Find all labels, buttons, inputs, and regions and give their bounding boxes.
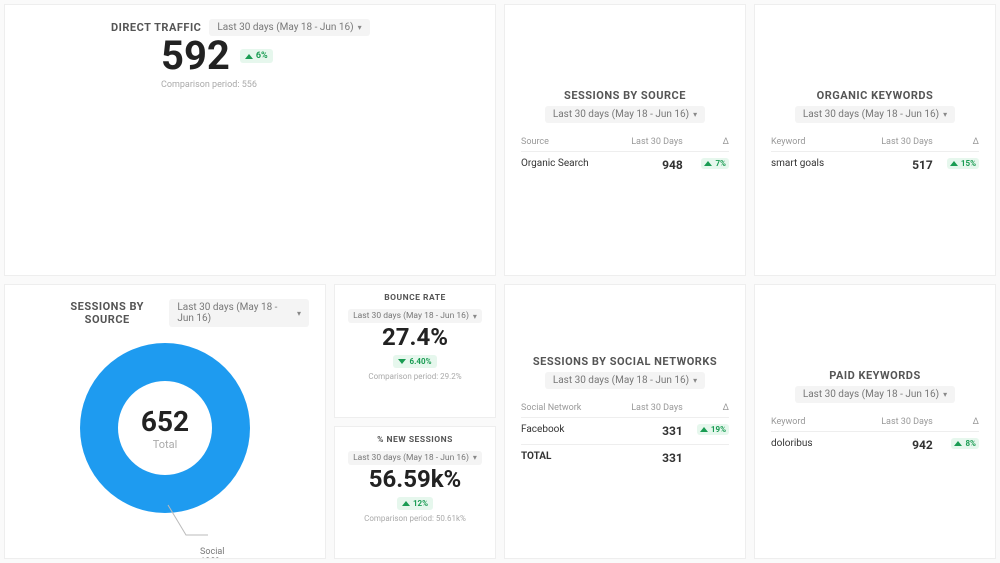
direct-traffic-card: DIRECT TRAFFIC Last 30 days (May 18 - Ju… bbox=[4, 4, 496, 276]
table-row: Facebook 331 19% bbox=[521, 418, 729, 444]
new-sessions-delta: 12% bbox=[397, 497, 433, 510]
date-range-selector[interactable]: Last 30 days (May 18 - Jun 16) ▾ bbox=[545, 372, 705, 389]
table-header: Source Last 30 Days Δ bbox=[521, 133, 729, 152]
new-sessions-value: 56.59k% bbox=[345, 467, 485, 491]
paid-keywords-card: PAID KEYWORDS Last 30 days (May 18 - Jun… bbox=[754, 284, 996, 559]
bounce-rate-title: BOUNCE RATE bbox=[345, 293, 485, 303]
donut-center: 652 Total bbox=[80, 405, 250, 451]
triangle-up-icon bbox=[402, 501, 410, 506]
chevron-down-icon: ▾ bbox=[693, 110, 697, 119]
organic-keywords-title: ORGANIC KEYWORDS bbox=[817, 89, 934, 102]
sessions-by-social-title: SESSIONS BY SOCIAL NETWORKS bbox=[533, 355, 717, 368]
sessions-by-source-title: SESSIONS BY SOURCE bbox=[564, 89, 686, 102]
direct-traffic-comparison: Comparison period: 556 bbox=[21, 80, 479, 90]
table-header: Keyword Last 30 Days Δ bbox=[771, 413, 979, 432]
date-range-label: Last 30 days (May 18 - Jun 16) bbox=[217, 22, 353, 33]
table-header: Keyword Last 30 Days Δ bbox=[771, 133, 979, 152]
chevron-down-icon: ▾ bbox=[358, 23, 362, 32]
bounce-rate-delta: 6.40% bbox=[393, 355, 436, 368]
delta-badge: 15% bbox=[947, 158, 979, 169]
table-row: smart goals 517 15% bbox=[771, 152, 979, 178]
delta-badge: 7% bbox=[701, 158, 729, 169]
triangle-up-icon bbox=[700, 427, 708, 432]
date-range-label: Last 30 days (May 18 - Jun 16) bbox=[803, 109, 939, 120]
date-range-selector[interactable]: Last 30 days (May 18 - Jun 16) ▾ bbox=[348, 309, 482, 323]
sessions-by-source-table-card: SESSIONS BY SOURCE Last 30 days (May 18 … bbox=[504, 4, 746, 276]
chevron-down-icon: ▾ bbox=[473, 312, 477, 321]
triangle-up-icon bbox=[245, 54, 253, 59]
direct-traffic-value: 592 bbox=[161, 36, 230, 76]
donut-legend: Social 100% bbox=[200, 547, 224, 559]
date-range-selector[interactable]: Last 30 days (May 18 - Jun 16) ▾ bbox=[348, 451, 482, 465]
bounce-rate-card: BOUNCE RATE Last 30 days (May 18 - Jun 1… bbox=[334, 284, 496, 418]
triangle-up-icon bbox=[704, 161, 712, 166]
date-range-label: Last 30 days (May 18 - Jun 16) bbox=[553, 375, 689, 386]
table-header: Social Network Last 30 Days Δ bbox=[521, 399, 729, 418]
date-range-selector[interactable]: Last 30 days (May 18 - Jun 16) ▾ bbox=[795, 386, 955, 403]
sessions-by-source-donut-title: SESSIONS BY SOURCE bbox=[55, 300, 159, 326]
bounce-rate-value: 27.4% bbox=[345, 325, 485, 349]
chevron-down-icon: ▾ bbox=[693, 376, 697, 385]
date-range-label: Last 30 days (May 18 - Jun 16) bbox=[353, 311, 469, 321]
sessions-by-source-donut-card: SESSIONS BY SOURCE Last 30 days (May 18 … bbox=[4, 284, 326, 559]
date-range-selector[interactable]: Last 30 days (May 18 - Jun 16) ▾ bbox=[209, 19, 369, 36]
bounce-rate-comparison: Comparison period: 29.2% bbox=[345, 372, 485, 381]
new-sessions-comparison: Comparison period: 50.61k% bbox=[345, 514, 485, 523]
delta-badge: 19% bbox=[697, 424, 729, 435]
chevron-down-icon: ▾ bbox=[297, 309, 301, 318]
table-row: doloribus 942 8% bbox=[771, 432, 979, 458]
table-total-row: TOTAL 331 bbox=[521, 444, 729, 471]
direct-traffic-delta: 6% bbox=[240, 49, 273, 63]
date-range-label: Last 30 days (May 18 - Jun 16) bbox=[353, 453, 469, 463]
date-range-label: Last 30 days (May 18 - Jun 16) bbox=[803, 389, 939, 400]
date-range-label: Last 30 days (May 18 - Jun 16) bbox=[177, 302, 293, 324]
paid-keywords-title: PAID KEYWORDS bbox=[829, 369, 920, 382]
table-row: Organic Search 948 7% bbox=[521, 152, 729, 178]
donut-chart: 652 Total Social 100% bbox=[50, 333, 280, 559]
triangle-up-icon bbox=[954, 441, 962, 446]
chevron-down-icon: ▾ bbox=[943, 390, 947, 399]
chevron-down-icon: ▾ bbox=[473, 453, 477, 462]
triangle-down-icon bbox=[398, 359, 406, 364]
chevron-down-icon: ▾ bbox=[943, 110, 947, 119]
triangle-up-icon bbox=[950, 161, 958, 166]
new-sessions-card: % NEW SESSIONS Last 30 days (May 18 - Ju… bbox=[334, 426, 496, 560]
new-sessions-title: % NEW SESSIONS bbox=[345, 435, 485, 445]
leader-line bbox=[168, 505, 208, 545]
date-range-label: Last 30 days (May 18 - Jun 16) bbox=[553, 109, 689, 120]
date-range-selector[interactable]: Last 30 days (May 18 - Jun 16) ▾ bbox=[169, 299, 309, 327]
date-range-selector[interactable]: Last 30 days (May 18 - Jun 16) ▾ bbox=[545, 106, 705, 123]
date-range-selector[interactable]: Last 30 days (May 18 - Jun 16) ▾ bbox=[795, 106, 955, 123]
organic-keywords-card: ORGANIC KEYWORDS Last 30 days (May 18 - … bbox=[754, 4, 996, 276]
sessions-by-social-card: SESSIONS BY SOCIAL NETWORKS Last 30 days… bbox=[504, 284, 746, 559]
delta-badge: 8% bbox=[951, 438, 979, 449]
